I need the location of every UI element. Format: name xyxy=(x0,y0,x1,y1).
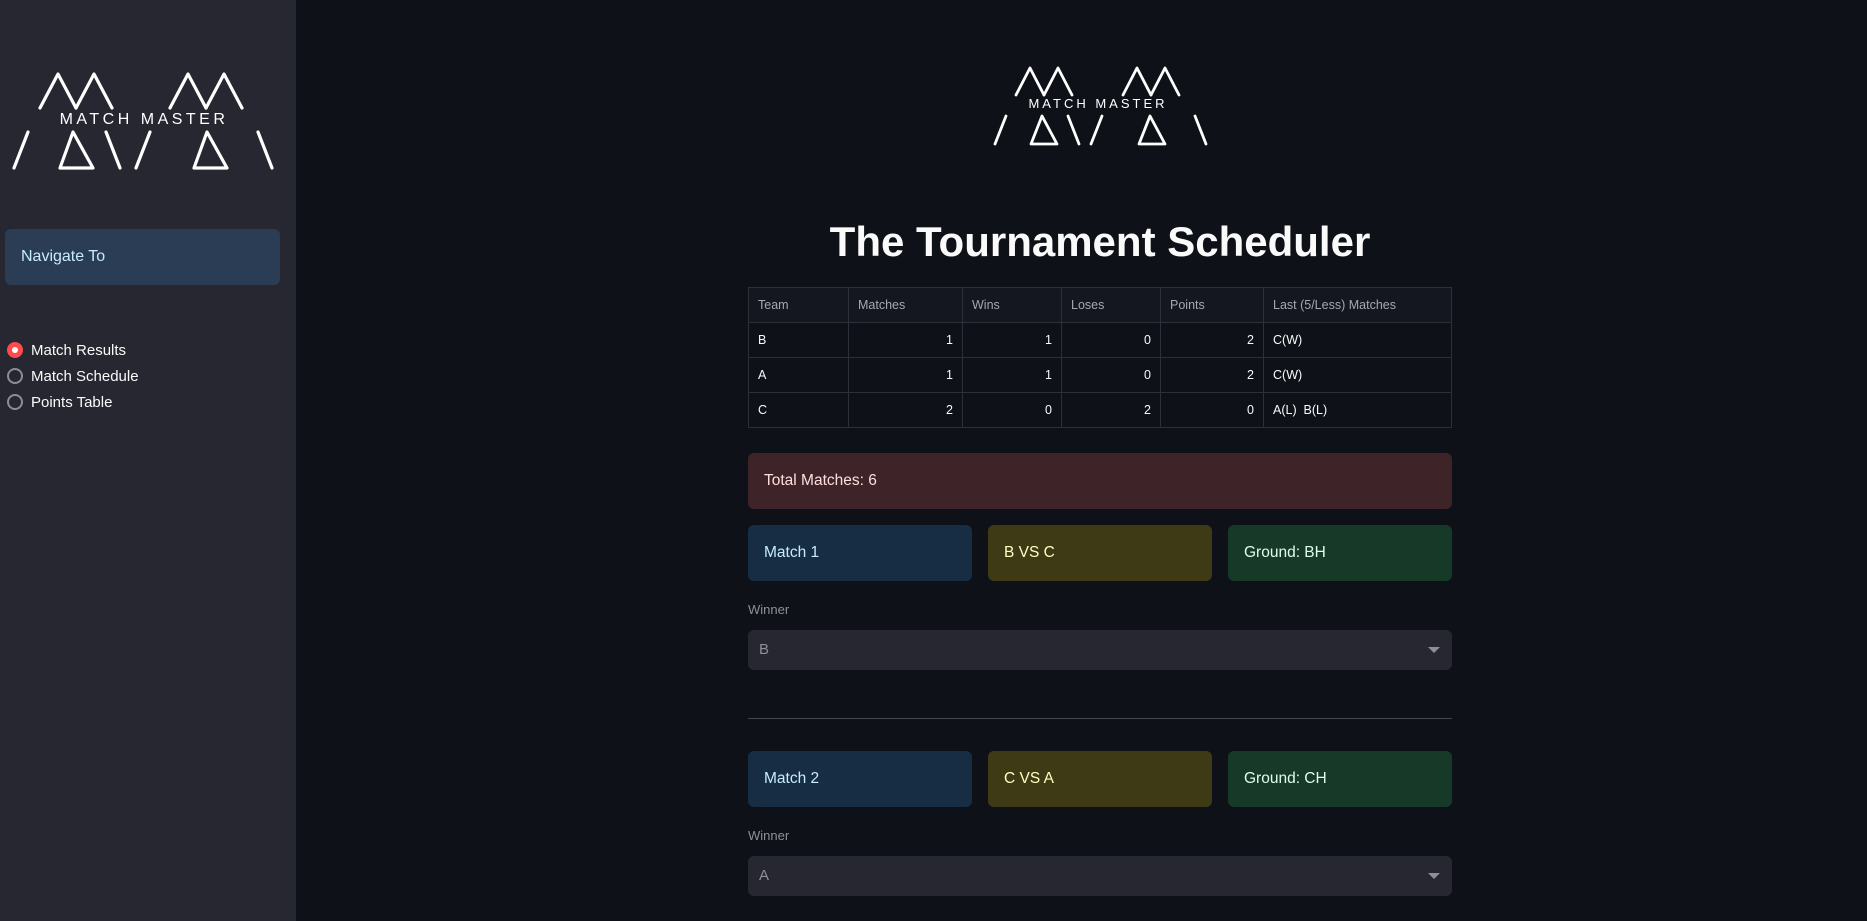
divider xyxy=(748,718,1452,719)
table-cell: 0 xyxy=(1061,357,1161,393)
table-cell: 0 xyxy=(962,392,1062,428)
table-cell: 2 xyxy=(1160,357,1264,393)
table-cell: 1 xyxy=(848,357,963,393)
column-header-matches[interactable]: Matches xyxy=(848,287,963,323)
table-cell: 2 xyxy=(848,392,963,428)
table-cell: 2 xyxy=(1160,322,1264,358)
chevron-down-icon xyxy=(1428,647,1440,653)
radio-match-schedule[interactable]: Match Schedule xyxy=(7,363,139,389)
match-1-ground: Ground: BH xyxy=(1228,525,1452,581)
match-master-logo: MATCH MASTER xyxy=(993,66,1208,146)
column-header-loses[interactable]: Loses xyxy=(1061,287,1161,323)
radio-unselected-icon xyxy=(7,394,23,410)
table-cell: 1 xyxy=(848,322,963,358)
radio-label: Match Schedule xyxy=(31,367,139,385)
table-header-row: Team Matches Wins Loses Points Last (5/L… xyxy=(748,287,1452,323)
navigation-radio-group: Match Results Match Schedule Points Tabl… xyxy=(7,337,139,415)
table-cell: C(W) xyxy=(1263,322,1452,358)
match-2-label: Match 2 xyxy=(748,751,972,807)
table-cell: 0 xyxy=(1160,392,1264,428)
winner-select-match-2[interactable]: A xyxy=(748,856,1452,896)
radio-points-table[interactable]: Points Table xyxy=(7,389,139,415)
select-value: B xyxy=(759,641,770,658)
column-header-points[interactable]: Points xyxy=(1160,287,1264,323)
radio-label: Points Table xyxy=(31,393,113,411)
sidebar: MATCH MASTER Navigate To Match Results M… xyxy=(0,0,296,921)
navigate-to-header: Navigate To xyxy=(5,229,280,285)
total-matches-alert: Total Matches: 6 xyxy=(748,453,1452,509)
match-2-teams: C VS A xyxy=(988,751,1212,807)
column-header-last-matches[interactable]: Last (5/Less) Matches xyxy=(1263,287,1452,323)
winner-select-match-1[interactable]: B xyxy=(748,630,1452,670)
table-cell: 0 xyxy=(1061,322,1161,358)
winner-label: Winner xyxy=(748,602,790,617)
table-row: C 2 0 2 0 A(L) B(L) xyxy=(748,392,1452,428)
table-cell: 1 xyxy=(962,357,1062,393)
table-row: A 1 1 0 2 C(W) xyxy=(748,357,1452,393)
column-header-wins[interactable]: Wins xyxy=(962,287,1062,323)
logo-text: MATCH MASTER xyxy=(60,111,229,128)
match-2-ground: Ground: CH xyxy=(1228,751,1452,807)
table-cell: 2 xyxy=(1061,392,1161,428)
table-cell: 1 xyxy=(962,322,1062,358)
points-table: Team Matches Wins Loses Points Last (5/L… xyxy=(748,287,1452,428)
table-cell: C xyxy=(748,392,849,428)
table-cell: C(W) xyxy=(1263,357,1452,393)
logo-text: MATCH MASTER xyxy=(1028,96,1167,111)
match-1-teams: B VS C xyxy=(988,525,1212,581)
winner-label: Winner xyxy=(748,828,790,843)
radio-match-results[interactable]: Match Results xyxy=(7,337,139,363)
page-title: The Tournament Scheduler xyxy=(829,218,1371,265)
radio-unselected-icon xyxy=(7,368,23,384)
radio-selected-icon xyxy=(7,342,23,358)
match-1-label: Match 1 xyxy=(748,525,972,581)
match-master-logo: MATCH MASTER xyxy=(12,72,274,170)
select-value: A xyxy=(759,867,770,884)
chevron-down-icon xyxy=(1428,873,1440,879)
table-row: B 1 1 0 2 C(W) xyxy=(748,322,1452,358)
table-cell: A xyxy=(748,357,849,393)
table-cell: B xyxy=(748,322,849,358)
radio-label: Match Results xyxy=(31,341,127,359)
column-header-team[interactable]: Team xyxy=(748,287,849,323)
table-cell: A(L) B(L) xyxy=(1263,392,1452,428)
